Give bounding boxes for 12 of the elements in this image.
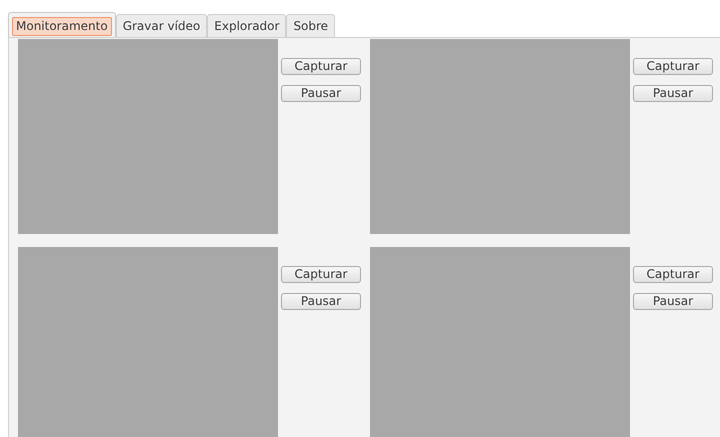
tab[interactable]: Gravar vídeo: [116, 14, 208, 37]
action-button[interactable]: Capturar: [281, 58, 361, 75]
action-button[interactable]: Capturar: [281, 266, 361, 283]
action-button[interactable]: Pausar: [281, 85, 361, 102]
tab[interactable]: Sobre: [286, 14, 336, 37]
action-button[interactable]: Pausar: [633, 85, 713, 102]
tab[interactable]: Monitoramento: [8, 12, 116, 37]
tab[interactable]: Explorador: [207, 14, 286, 37]
action-button[interactable]: Capturar: [633, 266, 713, 283]
action-button[interactable]: Pausar: [281, 293, 361, 310]
action-button[interactable]: Pausar: [633, 293, 713, 310]
action-button[interactable]: Capturar: [633, 58, 713, 75]
